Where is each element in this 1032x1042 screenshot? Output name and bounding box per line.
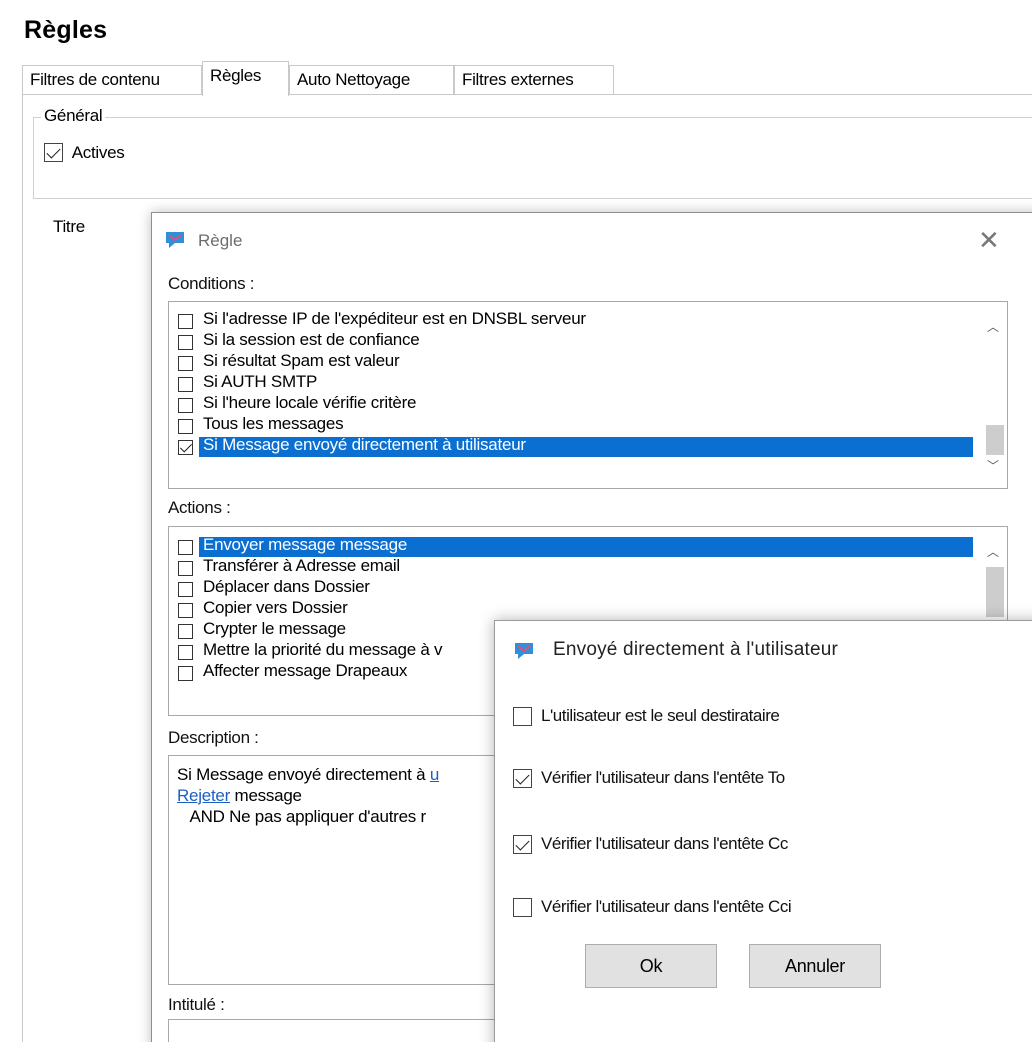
description-line: Si Message envoyé directement à u bbox=[177, 764, 499, 785]
option-label: Vérifier l'utilisateur dans l'entête To bbox=[541, 768, 785, 787]
actives-row[interactable]: Actives bbox=[44, 142, 125, 163]
condition-label: Tous les messages bbox=[203, 414, 344, 433]
condition-label: Si l'adresse IP de l'expéditeur est en D… bbox=[203, 309, 586, 328]
actives-label: Actives bbox=[71, 142, 125, 162]
description-text: Si Message envoyé directement à bbox=[177, 765, 430, 784]
general-group: Général Actives bbox=[33, 106, 1032, 199]
action-checkbox[interactable] bbox=[178, 666, 193, 681]
condition-checkbox[interactable] bbox=[178, 440, 193, 455]
tab-auto-nettoyage[interactable]: Auto Nettoyage bbox=[289, 65, 454, 95]
condition-item[interactable]: Si résultat Spam est valeur bbox=[175, 351, 975, 373]
general-legend: Général bbox=[41, 106, 106, 126]
titre-label: Titre bbox=[53, 217, 85, 236]
condition-item-selected[interactable]: Si Message envoyé directement à utilisat… bbox=[175, 435, 975, 457]
action-label: Déplacer dans Dossier bbox=[203, 577, 370, 596]
actives-checkbox[interactable] bbox=[44, 143, 63, 163]
action-label: Mettre la priorité du message à v bbox=[203, 640, 443, 659]
action-checkbox[interactable] bbox=[178, 603, 193, 618]
action-checkbox[interactable] bbox=[178, 645, 193, 660]
tab-filtres-contenu[interactable]: Filtres de contenu bbox=[22, 65, 202, 95]
condition-label: Si Message envoyé directement à utilisat… bbox=[203, 435, 526, 454]
condition-label: Si AUTH SMTP bbox=[203, 372, 318, 391]
sent-dialog-title: Envoyé directement à l'utilisateur bbox=[553, 639, 839, 660]
action-item-selected[interactable]: Envoyer message message bbox=[175, 535, 975, 557]
condition-checkbox[interactable] bbox=[178, 398, 193, 413]
chat-bubble-icon bbox=[515, 643, 533, 659]
option-label: L'utilisateur est le seul destirataire bbox=[541, 706, 780, 725]
rule-dialog-title: Règle bbox=[198, 231, 243, 250]
sent-directly-dialog: Envoyé directement à l'utilisateur L'uti… bbox=[494, 620, 1032, 1042]
page-title: Règles bbox=[24, 16, 108, 44]
option-label: Vérifier l'utilisateur dans l'entête Cci bbox=[541, 897, 792, 916]
description-box: Si Message envoyé directement à u Rejete… bbox=[168, 755, 508, 985]
condition-checkbox[interactable] bbox=[178, 356, 193, 371]
action-checkbox[interactable] bbox=[178, 624, 193, 639]
conditions-list[interactable]: Si l'adresse IP de l'expéditeur est en D… bbox=[168, 301, 1008, 489]
description-text: message bbox=[230, 786, 302, 805]
intitule-input[interactable] bbox=[168, 1019, 508, 1042]
condition-label: Si la session est de confiance bbox=[203, 330, 420, 349]
action-label: Crypter le message bbox=[203, 619, 346, 638]
option-checkbox[interactable] bbox=[513, 835, 532, 854]
condition-item[interactable]: Si l'adresse IP de l'expéditeur est en D… bbox=[175, 309, 975, 331]
conditions-label: Conditions : bbox=[168, 274, 255, 293]
condition-checkbox[interactable] bbox=[178, 335, 193, 350]
description-link-rejeter[interactable]: Rejeter bbox=[177, 786, 230, 805]
chevron-up-icon[interactable]: ︿ bbox=[987, 543, 999, 560]
option-checkbox[interactable] bbox=[513, 769, 532, 788]
description-link-user[interactable]: u bbox=[430, 765, 439, 784]
scroll-thumb[interactable] bbox=[986, 425, 1004, 455]
condition-label: Si l'heure locale vérifie critère bbox=[203, 393, 417, 412]
description-line: Rejeter message bbox=[177, 785, 499, 806]
tab-regles[interactable]: Règles bbox=[202, 61, 289, 96]
action-item[interactable]: Copier vers Dossier bbox=[175, 598, 975, 620]
condition-item[interactable]: Si la session est de confiance bbox=[175, 330, 975, 352]
action-checkbox[interactable] bbox=[178, 561, 193, 576]
close-icon[interactable]: ✕ bbox=[978, 225, 1000, 256]
conditions-scrollbar[interactable]: ︿ ﹀ bbox=[981, 302, 1007, 488]
ok-button[interactable]: Ok bbox=[585, 944, 717, 988]
condition-item[interactable]: Si l'heure locale vérifie critère bbox=[175, 393, 975, 415]
condition-item[interactable]: Tous les messages bbox=[175, 414, 975, 436]
action-label: Envoyer message message bbox=[203, 535, 408, 554]
chevron-down-icon[interactable]: ﹀ bbox=[987, 457, 999, 474]
condition-checkbox[interactable] bbox=[178, 377, 193, 392]
action-checkbox[interactable] bbox=[178, 540, 193, 555]
intitule-label: Intitulé : bbox=[168, 995, 225, 1014]
description-line: AND Ne pas appliquer d'autres r bbox=[177, 807, 426, 826]
chat-bubble-icon bbox=[166, 232, 184, 248]
tab-filtres-externes[interactable]: Filtres externes bbox=[454, 65, 614, 95]
action-label: Affecter message Drapeaux bbox=[203, 661, 408, 680]
action-label: Copier vers Dossier bbox=[203, 598, 348, 617]
condition-checkbox[interactable] bbox=[178, 419, 193, 434]
cancel-button[interactable]: Annuler bbox=[749, 944, 881, 988]
chevron-up-icon[interactable]: ︿ bbox=[987, 318, 999, 335]
scroll-thumb[interactable] bbox=[986, 567, 1004, 617]
action-item[interactable]: Transférer à Adresse email bbox=[175, 556, 975, 578]
condition-label: Si résultat Spam est valeur bbox=[203, 351, 400, 370]
option-checkbox[interactable] bbox=[513, 707, 532, 726]
option-checkbox[interactable] bbox=[513, 898, 532, 917]
action-label: Transférer à Adresse email bbox=[203, 556, 400, 575]
condition-item[interactable]: Si AUTH SMTP bbox=[175, 372, 975, 394]
actions-label: Actions : bbox=[168, 498, 231, 517]
condition-checkbox[interactable] bbox=[178, 314, 193, 329]
option-label: Vérifier l'utilisateur dans l'entête Cc bbox=[541, 834, 788, 853]
action-item[interactable]: Déplacer dans Dossier bbox=[175, 577, 975, 599]
description-label: Description : bbox=[168, 728, 259, 747]
action-checkbox[interactable] bbox=[178, 582, 193, 597]
